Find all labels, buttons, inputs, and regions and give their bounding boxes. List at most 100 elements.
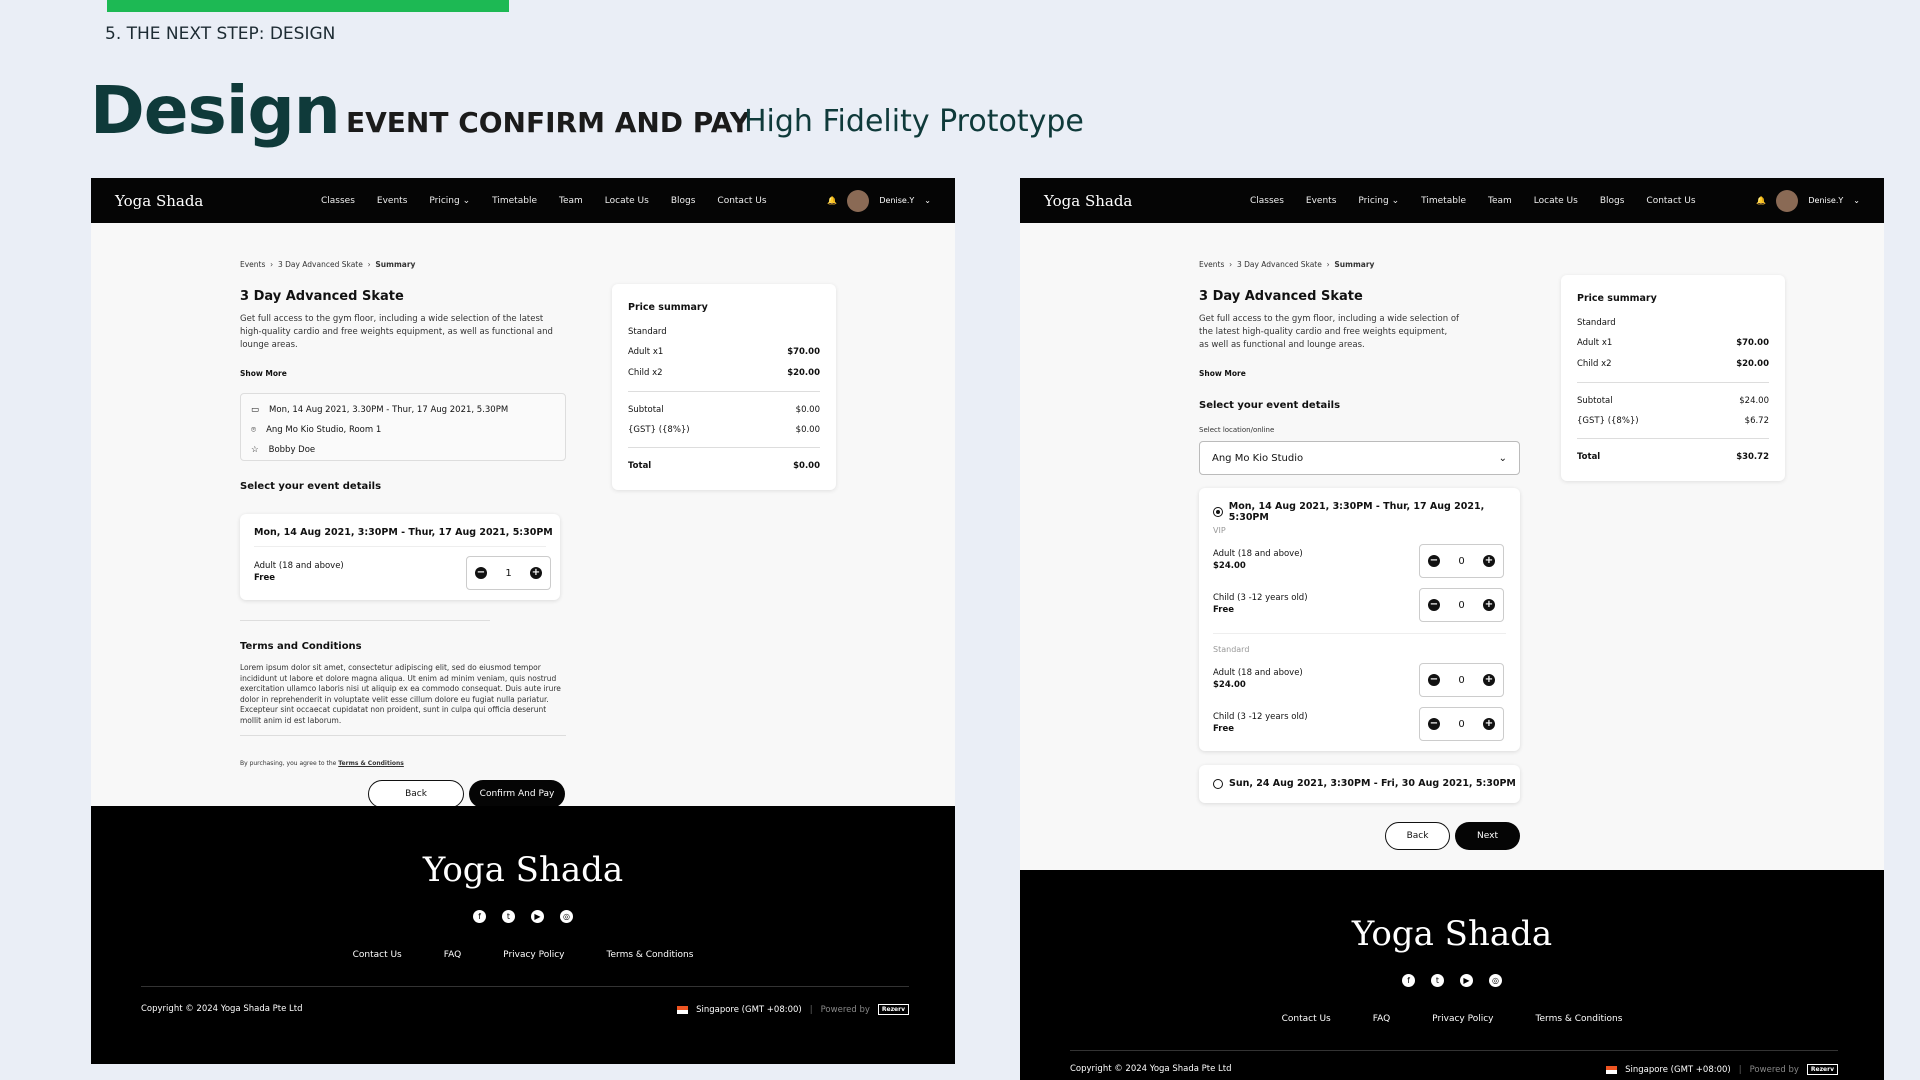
standard-adult-label: Adult (18 and above) $24.00 [1213, 668, 1303, 690]
footer-link-faq[interactable]: FAQ [1373, 1014, 1390, 1024]
breadcrumb-events[interactable]: Events [240, 260, 265, 269]
nav-item-events[interactable]: Events [1306, 196, 1336, 206]
rezerv-logo[interactable]: Rezerv [1806, 1064, 1838, 1075]
top-nav: Yoga Shada Classes Events Pricing ⌄ Time… [91, 178, 955, 223]
session-option-2[interactable]: Sun, 24 Aug 2021, 3:30PM - Fri, 30 Aug 2… [1213, 778, 1516, 789]
footer-link-terms[interactable]: Terms & Conditions [607, 950, 694, 960]
adult-line-value: $70.00 [787, 347, 820, 357]
breadcrumb-event[interactable]: 3 Day Advanced Skate [1237, 260, 1322, 269]
plus-icon[interactable]: + [1483, 555, 1495, 567]
plus-icon[interactable]: + [1483, 599, 1495, 611]
breadcrumb-events[interactable]: Events [1199, 260, 1224, 269]
nav-item-pricing[interactable]: Pricing ⌄ [429, 196, 470, 206]
total-value: $30.72 [1736, 452, 1769, 462]
avatar[interactable] [1776, 189, 1799, 212]
footer-brand: Yoga Shada [422, 850, 624, 890]
nav-item-team[interactable]: Team [559, 196, 583, 206]
chevron-down-icon[interactable]: ⌄ [1853, 196, 1860, 205]
plus-icon[interactable]: + [1483, 718, 1495, 730]
brand-logo[interactable]: Yoga Shada [1044, 192, 1234, 210]
bell-icon[interactable]: 🔔 [1756, 196, 1766, 205]
terms-link[interactable]: Terms & Conditions [338, 760, 404, 767]
instagram-icon[interactable]: ◎ [560, 910, 573, 923]
youtube-icon[interactable]: ▶ [1460, 974, 1473, 987]
show-more-link[interactable]: Show More [1199, 369, 1246, 378]
user-name[interactable]: Denise.Y [1808, 196, 1843, 205]
footer-link-privacy[interactable]: Privacy Policy [1432, 1014, 1493, 1024]
bell-icon[interactable]: 🔔 [827, 196, 837, 205]
footer-region: Singapore (GMT +08:00) | Powered by Reze… [1606, 1064, 1838, 1075]
minus-icon[interactable]: − [1428, 718, 1440, 730]
nav-item-pricing[interactable]: Pricing ⌄ [1358, 196, 1399, 206]
prototype-frame-confirm: Yoga Shada Classes Events Pricing ⌄ Time… [91, 178, 955, 1064]
plus-icon[interactable]: + [1483, 674, 1495, 686]
avatar[interactable] [847, 189, 870, 212]
location-select[interactable]: Ang Mo Kio Studio ⌄ [1199, 441, 1520, 475]
singapore-flag-icon [677, 1005, 689, 1014]
footer-link-faq[interactable]: FAQ [444, 950, 461, 960]
minus-icon[interactable]: − [475, 567, 487, 579]
child-line-value: $20.00 [787, 368, 820, 378]
footer-brand: Yoga Shada [1351, 914, 1553, 954]
facebook-icon[interactable]: f [473, 910, 486, 923]
nav-item-locate[interactable]: Locate Us [605, 196, 649, 206]
twitter-icon[interactable]: t [502, 910, 515, 923]
subtotal-label: Subtotal [1577, 396, 1613, 406]
nav-item-blogs[interactable]: Blogs [1600, 196, 1625, 206]
footer-link-terms[interactable]: Terms & Conditions [1536, 1014, 1623, 1024]
quantity-value[interactable]: 1 [505, 568, 511, 579]
radio-unselected-icon[interactable] [1213, 778, 1223, 789]
back-button[interactable]: Back [368, 780, 464, 808]
person-icon: ☆ [251, 445, 259, 455]
event-title: 3 Day Advanced Skate [240, 289, 404, 304]
facebook-icon[interactable]: f [1402, 974, 1415, 987]
back-button[interactable]: Back [1385, 822, 1450, 850]
plus-icon[interactable]: + [530, 567, 542, 579]
breadcrumb-event[interactable]: 3 Day Advanced Skate [278, 260, 363, 269]
session-option-1[interactable]: Mon, 14 Aug 2021, 3:30PM - Thur, 17 Aug … [1213, 501, 1520, 523]
nav-item-events[interactable]: Events [377, 196, 407, 206]
show-more-link[interactable]: Show More [240, 369, 287, 378]
subtotal-label: Subtotal [628, 405, 664, 415]
brand-logo[interactable]: Yoga Shada [115, 192, 305, 210]
nav-item-timetable[interactable]: Timetable [1421, 196, 1466, 206]
nav-item-classes[interactable]: Classes [321, 196, 355, 206]
nav-item-timetable[interactable]: Timetable [492, 196, 537, 206]
breadcrumb-current: Summary [1334, 260, 1375, 269]
instagram-icon[interactable]: ◎ [1489, 974, 1502, 987]
footer-link-contact[interactable]: Contact Us [353, 950, 402, 960]
region-text[interactable]: Singapore (GMT +08:00) [696, 1005, 802, 1015]
quantity-value[interactable]: 0 [1458, 719, 1464, 730]
rezerv-logo[interactable]: Rezerv [877, 1004, 909, 1015]
minus-icon[interactable]: − [1428, 599, 1440, 611]
user-name[interactable]: Denise.Y [879, 196, 914, 205]
agree-text: By purchasing, you agree to the Terms & … [240, 760, 404, 767]
quantity-value[interactable]: 0 [1458, 600, 1464, 611]
social-links: f t ▶ ◎ [91, 910, 955, 923]
chevron-down-icon[interactable]: ⌄ [924, 196, 931, 205]
youtube-icon[interactable]: ▶ [531, 910, 544, 923]
nav-item-locate[interactable]: Locate Us [1534, 196, 1578, 206]
copyright: Copyright © 2024 Yoga Shada Pte Ltd [141, 1004, 303, 1014]
footer-link-privacy[interactable]: Privacy Policy [503, 950, 564, 960]
location-select-value: Ang Mo Kio Studio [1212, 452, 1304, 464]
twitter-icon[interactable]: t [1431, 974, 1444, 987]
region-text[interactable]: Singapore (GMT +08:00) [1625, 1065, 1731, 1075]
nav-item-contact[interactable]: Contact Us [1646, 196, 1695, 206]
social-links: f t ▶ ◎ [1020, 974, 1884, 987]
minus-icon[interactable]: − [1428, 674, 1440, 686]
nav-item-contact[interactable]: Contact Us [717, 196, 766, 206]
quantity-value[interactable]: 0 [1458, 556, 1464, 567]
confirm-pay-button[interactable]: Confirm And Pay [469, 780, 565, 808]
minus-icon[interactable]: − [1428, 555, 1440, 567]
quantity-value[interactable]: 0 [1458, 675, 1464, 686]
footer-link-contact[interactable]: Contact Us [1282, 1014, 1331, 1024]
nav-item-blogs[interactable]: Blogs [671, 196, 696, 206]
radio-selected-icon[interactable] [1213, 507, 1223, 517]
gst-label: {GST} ({8%}) [1577, 416, 1639, 426]
select-content: Events › 3 Day Advanced Skate › Summary … [1020, 223, 1884, 888]
next-button[interactable]: Next [1455, 822, 1520, 850]
vip-label: VIP [1213, 526, 1226, 535]
nav-item-classes[interactable]: Classes [1250, 196, 1284, 206]
nav-item-team[interactable]: Team [1488, 196, 1512, 206]
